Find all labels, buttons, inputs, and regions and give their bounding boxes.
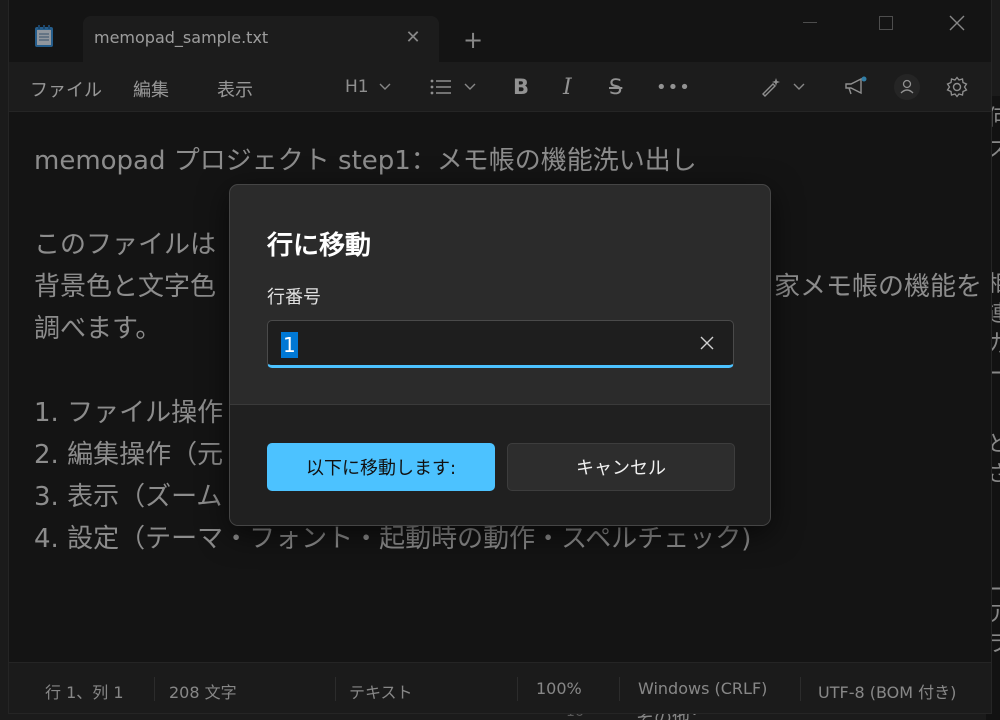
go-to-line-dialog: 行に移動 行番号 1 以下に移動します: キャンセル (229, 184, 771, 526)
dialog-title: 行に移動 (267, 231, 372, 261)
line-number-input[interactable]: 1 (267, 320, 734, 368)
clear-input-icon[interactable] (695, 331, 719, 355)
line-number-label: 行番号 (267, 287, 321, 308)
cancel-button[interactable]: キャンセル (507, 443, 735, 491)
line-number-value: 1 (281, 332, 298, 358)
dialog-footer: 以下に移動します: キャンセル (230, 404, 770, 525)
go-to-button[interactable]: 以下に移動します: (267, 443, 495, 491)
